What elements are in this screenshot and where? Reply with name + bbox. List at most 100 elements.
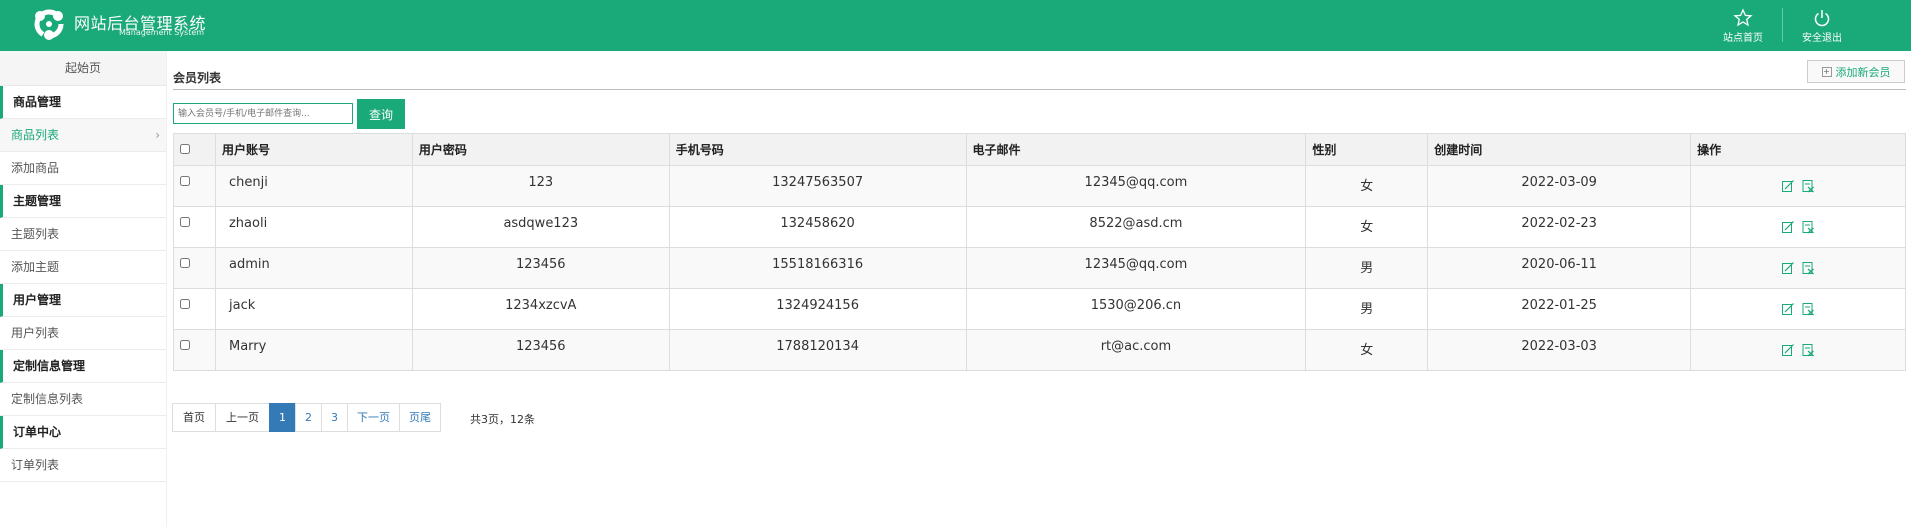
password-value: 123456 [515,339,566,354]
cell-account: chenji [214,165,413,207]
row-checkbox[interactable] [180,258,190,268]
search-button[interactable]: 查询 [357,99,405,129]
cell-email: rt@ac.com [965,329,1307,371]
cell-password: 1234xzcvA [411,288,670,330]
select-all-checkbox[interactable] [180,143,190,154]
cell-password: asdqwe123 [411,206,670,248]
row-checkbox[interactable] [180,299,190,309]
column-header[interactable]: 用户密码 [411,133,670,166]
page-button-2[interactable]: 2 [295,403,322,432]
prev-page-button[interactable]: 上一页 [215,403,270,432]
email-value: 12345@qq.com [1084,175,1188,190]
logout-link[interactable]: 安全退出 [1792,8,1852,44]
logo-icon [34,9,64,40]
cell-phone: 1788120134 [668,329,967,371]
table-row: jack 1234xzcvA 1324924156 1530@206.cn 男 2022-… [173,288,1906,330]
column-header[interactable]: 创建时间 [1427,133,1692,166]
sidebar-item-order-list[interactable]: 订单列表 [0,449,166,482]
cell-gender: 女 [1305,165,1429,207]
column-header: 操作 [1690,133,1906,166]
cell-account: zhaoli [214,206,413,248]
add-member-label: 添加新会员 [1835,65,1891,79]
column-header[interactable]: 电子邮件 [965,133,1307,166]
page-button-3[interactable]: 3 [321,403,348,432]
chevron-right-icon: › [155,128,160,142]
sidebar-home[interactable]: 起始页 [0,51,166,86]
next-page-button[interactable]: 下一页 [347,403,400,432]
email-value: 1530@206.cn [1090,298,1182,313]
row-checkbox[interactable] [180,340,190,350]
cell-account: admin [214,247,413,289]
cell-gender: 女 [1305,329,1429,371]
power-icon [1814,10,1830,27]
heading-divider [173,89,1906,90]
delete-icon[interactable] [1801,220,1815,234]
cell-gender: 男 [1305,247,1429,289]
cell-gender: 女 [1305,206,1429,248]
plus-icon: + [1821,66,1832,77]
column-header[interactable]: 手机号码 [668,133,967,166]
row-select-cell [173,288,216,330]
select-all-cell [173,133,216,166]
cell-account: jack [214,288,413,330]
phone-value: 13247563507 [772,175,864,190]
phone-value: 15518166316 [772,257,864,272]
table-row: Marry 123456 1788120134 rt@ac.com 女 2022-03-0… [173,329,1906,371]
phone-value: 132458620 [780,216,855,231]
created-value: 2022-02-23 [1521,216,1597,231]
search-input[interactable] [173,103,353,124]
edit-icon[interactable] [1781,261,1795,275]
email-value: 8522@asd.cm [1089,216,1183,231]
sidebar-item-goods-list[interactable]: 商品列表 › [0,119,166,152]
delete-icon[interactable] [1801,343,1815,357]
pagination-summary: 共3页，12条 [470,413,535,426]
delete-icon[interactable] [1801,261,1815,275]
page-title: 会员列表 [173,71,222,85]
sidebar-group-theme: 主题管理 [0,185,166,218]
first-page-button[interactable]: 首页 [172,403,216,432]
cell-actions [1690,288,1906,330]
cell-actions [1690,206,1906,248]
table-header-row: 用户账号 用户密码 手机号码 电子邮件 性别 创建时间 操作 [173,133,1906,166]
row-checkbox[interactable] [180,217,190,227]
edit-icon[interactable] [1781,220,1795,234]
column-header[interactable]: 用户账号 [214,133,413,166]
edit-icon[interactable] [1781,302,1795,316]
cell-created: 2022-03-09 [1427,165,1692,207]
account-value: admin [228,257,270,272]
sidebar-item-user-list[interactable]: 用户列表 [0,317,166,350]
sidebar-item-add-goods[interactable]: 添加商品 [0,152,166,185]
sidebar-item-custom-list[interactable]: 定制信息列表 [0,383,166,416]
cell-phone: 132458620 [668,206,967,248]
logout-label: 安全退出 [1802,33,1842,44]
edit-icon[interactable] [1781,179,1795,193]
phone-value: 1788120134 [776,339,859,354]
password-value: 123 [528,175,554,190]
cell-phone: 1324924156 [668,288,967,330]
column-header[interactable]: 性别 [1305,133,1429,166]
sidebar-item-theme-list[interactable]: 主题列表 [0,218,166,251]
phone-value: 1324924156 [776,298,859,313]
edit-icon[interactable] [1781,343,1795,357]
created-value: 2022-03-09 [1521,175,1597,190]
sidebar-group-orders: 订单中心 [0,416,166,449]
last-page-button[interactable]: 页尾 [399,403,441,432]
sidebar-item-add-theme[interactable]: 添加主题 [0,251,166,284]
delete-icon[interactable] [1801,179,1815,193]
cell-account: Marry [214,329,413,371]
app-subtitle: Management System [119,28,205,37]
gender-value: 女 [1360,220,1374,235]
row-checkbox[interactable] [180,176,190,186]
page-button-1[interactable]: 1 [269,403,296,432]
delete-icon[interactable] [1801,302,1815,316]
gender-value: 女 [1360,343,1374,358]
password-value: 123456 [515,257,566,272]
cell-actions [1690,165,1906,207]
cell-password: 123456 [411,247,670,289]
site-home-link[interactable]: 站点首页 [1713,8,1773,44]
table-row: zhaoli asdqwe123 132458620 8522@asd.cm 女 2022… [173,206,1906,248]
email-value: 12345@qq.com [1084,257,1188,272]
cell-created: 2022-02-23 [1427,206,1692,248]
created-value: 2022-01-25 [1521,298,1597,313]
add-member-button[interactable]: + 添加新会员 [1807,60,1905,83]
